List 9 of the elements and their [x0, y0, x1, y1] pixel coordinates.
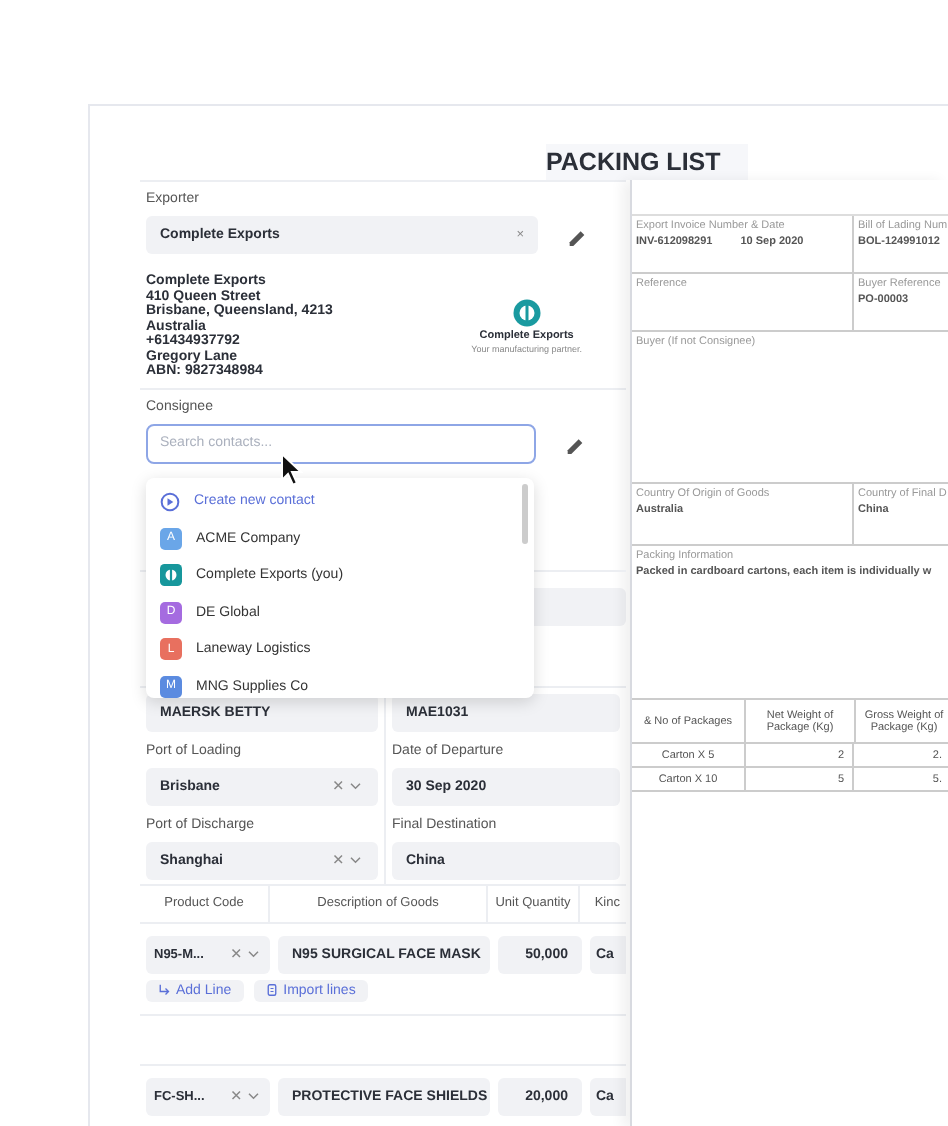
clear-and-chevron-icon[interactable] — [230, 948, 262, 960]
logo-icon — [511, 298, 542, 329]
scrollbar[interactable] — [522, 483, 528, 543]
clear-and-chevron-icon[interactable] — [230, 1090, 262, 1102]
clear-and-chevron-icon[interactable] — [332, 854, 364, 866]
return-arrow-icon — [158, 984, 170, 996]
document-icon — [265, 984, 278, 996]
document-title: PACKING LIST — [546, 144, 749, 180]
clear-and-chevron-icon[interactable] — [332, 780, 364, 792]
